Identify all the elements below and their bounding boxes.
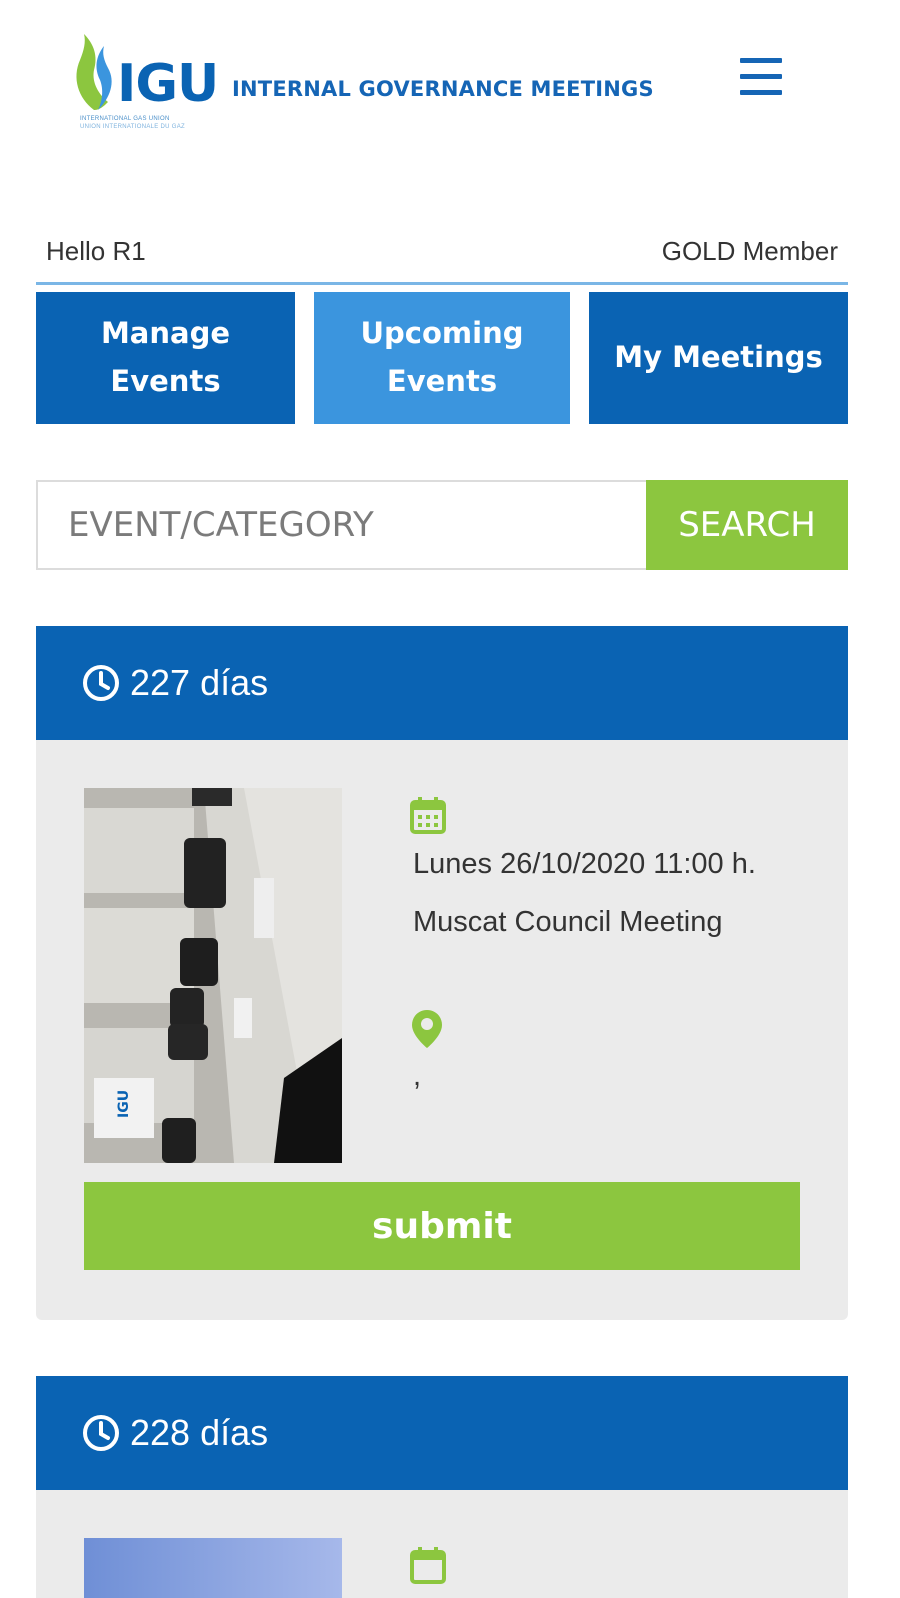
- app-title: INTERNAL GOVERNANCE MEETINGS: [232, 77, 654, 101]
- user-greeting: Hello R1: [46, 236, 146, 266]
- hamburger-menu-icon[interactable]: [740, 58, 784, 100]
- location-pin-icon: [412, 1010, 442, 1048]
- my-meetings-button[interactable]: My Meetings: [589, 292, 848, 424]
- event-photo[interactable]: IGU: [84, 788, 342, 1163]
- event-photo[interactable]: [84, 1538, 342, 1598]
- upcoming-events-button[interactable]: Upcoming Events: [314, 292, 570, 424]
- clock-icon: [83, 1415, 119, 1451]
- event-card-body: IGU Lunes 26/10/2020 11:00 h. Muscat Cou…: [36, 740, 848, 1320]
- event-title[interactable]: Muscat Council Meeting: [413, 906, 722, 939]
- search-button[interactable]: SEARCH: [646, 480, 848, 570]
- event-card-body: [36, 1490, 848, 1598]
- svg-text:IGU: IGU: [116, 1090, 132, 1118]
- submit-button[interactable]: submit: [84, 1182, 800, 1270]
- calendar-icon: [410, 1547, 446, 1584]
- logo-subtitle-secondary: UNION INTERNATIONALE DU GAZ: [80, 124, 185, 130]
- membership-badge: GOLD Member: [661, 236, 838, 266]
- divider: [36, 282, 848, 285]
- search-input[interactable]: [36, 480, 647, 570]
- manage-events-button[interactable]: Manage Events: [36, 292, 295, 424]
- event-card-header: 228 días: [36, 1376, 848, 1490]
- clock-icon: [83, 665, 119, 701]
- event-countdown: 227 días: [130, 662, 269, 703]
- header: IGU INTERNATIONAL GAS UNION UNION INTERN…: [0, 0, 900, 160]
- event-date: Lunes 26/10/2020 11:00 h.: [413, 848, 756, 880]
- event-card-header: 227 días: [36, 626, 848, 740]
- calendar-icon: [410, 797, 446, 834]
- logo-text: IGU: [117, 54, 219, 114]
- igu-logo[interactable]: IGU INTERNATIONAL GAS UNION UNION INTERN…: [72, 30, 222, 136]
- meeting-room-image: IGU: [84, 788, 342, 1163]
- event-location: ,: [413, 1060, 422, 1092]
- event-countdown: 228 días: [130, 1412, 269, 1453]
- event-card: 228 días: [36, 1376, 848, 1598]
- event-card: 227 días IGU Lunes 26/10/2020 11:00 h. M…: [36, 626, 848, 1320]
- logo-subtitle: INTERNATIONAL GAS UNION: [80, 116, 170, 122]
- flame-icon: [76, 34, 112, 110]
